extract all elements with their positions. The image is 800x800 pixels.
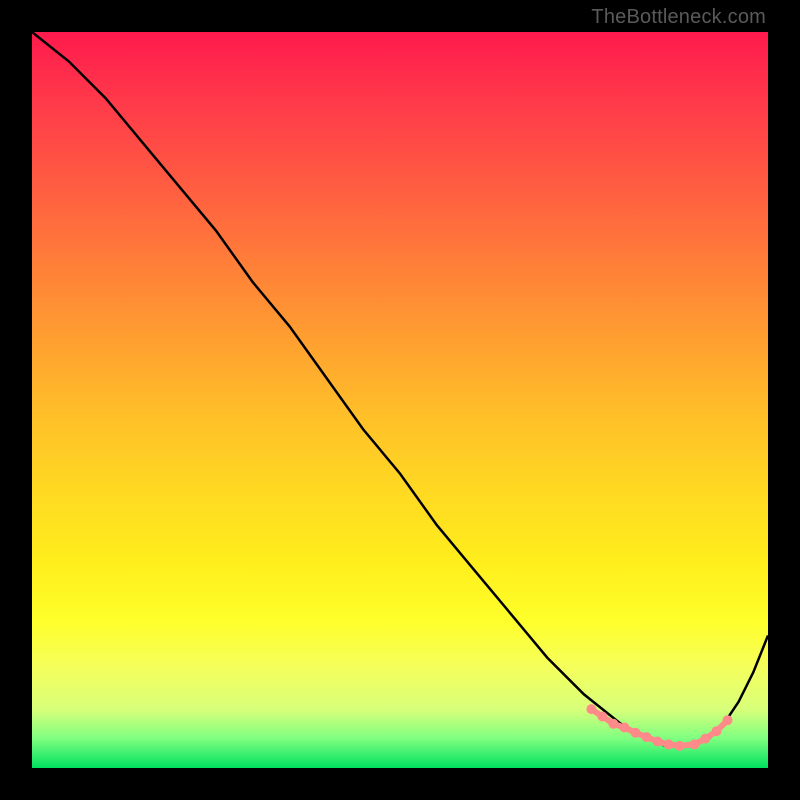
watermark-text: TheBottleneck.com [591, 6, 766, 29]
chart-container: TheBottleneck.com [0, 0, 800, 800]
gradient-plot-background [32, 32, 768, 768]
